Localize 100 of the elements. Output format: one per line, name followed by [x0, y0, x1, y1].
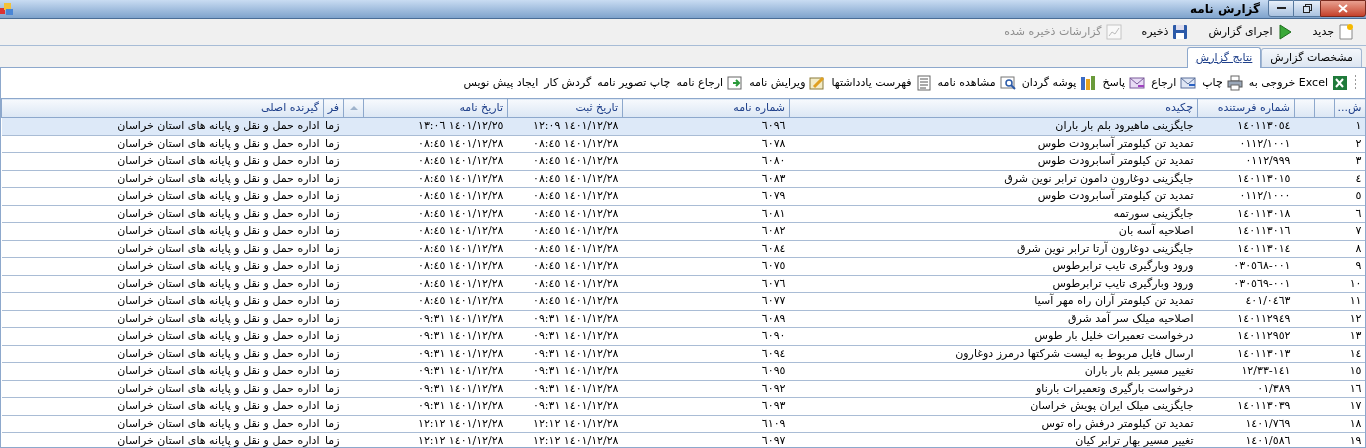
- table-cell: زما: [324, 434, 340, 447]
- table-cell: ورود وبارگیری تایب ترابرطوس: [1052, 259, 1194, 272]
- table-cell: ٦: [1355, 206, 1362, 220]
- app-icon: [0, 3, 14, 15]
- toolbar-button[interactable]: جدید: [1308, 23, 1358, 41]
- toolbar-button[interactable]: ایجاد پیش نویس: [463, 74, 539, 92]
- table-cell: ١٤٠١/١٢/٢٨ ٠٨:٤٥: [417, 259, 504, 272]
- table-cell: ٦٠٩٠: [761, 329, 786, 342]
- column-header[interactable]: فر: [327, 100, 339, 114]
- table-cell: ٦١٠٩: [761, 416, 786, 430]
- table-cell: ١٤٠١/١٢/٢٨ ٠٩:٣١: [417, 364, 504, 377]
- table-cell: زما: [324, 224, 340, 237]
- toolbar-button[interactable]: گردش کار: [544, 74, 592, 92]
- table-cell: ٠١/٣٨٩: [1257, 381, 1291, 395]
- table-cell: زما: [324, 381, 340, 395]
- column-header[interactable]: چکیده: [1165, 100, 1193, 114]
- table-cell: ١٤٠١/١٢/٢٨ ٠٨:٤٥: [417, 189, 504, 202]
- new-document-icon: [1338, 24, 1354, 40]
- pencil-icon: [809, 75, 826, 91]
- minimize-button[interactable]: [1268, 0, 1294, 17]
- tab[interactable]: نتایج گزارش: [1186, 47, 1262, 68]
- toolbar-button[interactable]: چاپ: [1202, 74, 1243, 92]
- table-cell: اداره حمل و نقل و پایانه های استان خراسان: [117, 381, 320, 395]
- toolbar-button[interactable]: پاسخ: [1102, 74, 1146, 92]
- table-cell: ١٢: [1349, 311, 1362, 325]
- restore-icon: [1302, 4, 1312, 13]
- tab[interactable]: مشخصات گزارش: [1261, 48, 1362, 67]
- table-cell: تمدید تن کیلومتر آسابرودت طوس: [1037, 136, 1194, 150]
- table-cell: ٠١١٢/١٠٠١: [1239, 136, 1291, 150]
- grip-handle[interactable]: [1354, 75, 1357, 91]
- column-header[interactable]: شماره نامه: [733, 100, 785, 114]
- table-cell: ١٤٠١١٣٠١٣: [1237, 346, 1291, 360]
- table-cell: ٠١١٢/٩٩٩: [1245, 154, 1291, 167]
- table-cell: ١٤٠١/١٢/٢٨ ٠٩:٣١: [532, 381, 619, 395]
- toolbar-button[interactable]: ذخیره: [1137, 23, 1193, 41]
- table-cell: زما: [324, 154, 340, 167]
- toolbar-button[interactable]: ویرایش نامه: [749, 74, 826, 92]
- toolbar-button[interactable]: چاپ تصویر نامه: [597, 74, 671, 92]
- table-cell: اداره حمل و نقل و پایانه های استان خراسان: [117, 136, 320, 150]
- close-button[interactable]: [1320, 0, 1366, 17]
- table-cell: ١٤٠١/١٢/٢٨ ٠٨:٤٥: [532, 224, 619, 237]
- list-icon: [915, 75, 932, 91]
- table-cell: ٠٣٠٥٦٨-٠٠١: [1233, 259, 1291, 272]
- table-cell: ٤: [1355, 171, 1362, 185]
- play-icon: [1276, 24, 1293, 40]
- toolbar-button[interactable]: مشاهده نامه: [937, 74, 1016, 92]
- toolbar-button[interactable]: خروجی به Excel: [1248, 74, 1348, 92]
- table-cell: زما: [324, 276, 340, 290]
- table-cell: ١٤٠١١٣٠١٨: [1237, 206, 1291, 220]
- table-cell: ٦٠٧٩: [761, 189, 786, 202]
- restore-button[interactable]: [1294, 0, 1320, 17]
- table-cell: زما: [324, 171, 340, 185]
- toolbar-button[interactable]: اجرای گزارش: [1204, 23, 1297, 41]
- table-cell: ٤٠١/٠٤٦٣: [1245, 294, 1291, 307]
- toolbar-button[interactable]: پوشه گردان: [1021, 74, 1097, 92]
- table-cell: ١٤٠١/١٢/٢٨ ٠٩:٣١: [532, 399, 619, 412]
- table-cell: تغییر مسیر بلم بار باران: [1084, 364, 1194, 377]
- table-cell: اداره حمل و نقل و پایانه های استان خراسان: [117, 206, 320, 220]
- save-icon: [1172, 24, 1189, 40]
- envelope-icon: [1180, 75, 1197, 91]
- table-cell: ١٤٠١/١٢/٢٥ ١٣:٠٦: [417, 119, 504, 132]
- column-header[interactable]: تاریخ ثبت: [575, 100, 618, 114]
- table-cell: اداره حمل و نقل و پایانه های استان خراسان: [117, 241, 320, 255]
- table-cell: ١٤٠١١٣٠١٦: [1237, 224, 1291, 237]
- toolbar-button[interactable]: فهرست یادداشتها: [831, 74, 932, 92]
- table-cell: ١٤٠١/١٢/٢٨ ٠٨:٤٥: [532, 241, 619, 255]
- table-cell: زما: [324, 206, 340, 220]
- table-cell: تمدید تن کیلومتر آسابرودت طوس: [1037, 154, 1194, 167]
- column-header[interactable]: ش...: [1337, 100, 1362, 114]
- toolbar-button[interactable]: ارجاع نامه: [676, 74, 744, 92]
- table-cell: زما: [324, 136, 340, 150]
- column-header[interactable]: گیرنده اصلی: [261, 100, 319, 114]
- table-cell: زما: [324, 416, 340, 430]
- table-cell: زما: [324, 294, 340, 307]
- column-header[interactable]: شماره فرستنده: [1217, 100, 1290, 114]
- table-cell: اداره حمل و نقل و پایانه های استان خراسان: [117, 346, 320, 360]
- table-cell: ١٤٠١/١٢/٢٨ ١٢:١٢: [532, 434, 619, 447]
- table-cell: ١٤٠١/١٢/٢٨ ٠٨:٤٥: [532, 276, 619, 290]
- table-cell: تمدید تن کیلومتر آسابرودت طوس: [1037, 189, 1194, 202]
- table-cell: اداره حمل و نقل و پایانه های استان خراسان: [117, 119, 320, 132]
- table-cell: اداره حمل و نقل و پایانه های استان خراسان: [117, 171, 320, 185]
- table-cell: جایگزینی سورتمه: [1113, 206, 1194, 220]
- table-cell: اداره حمل و نقل و پایانه های استان خراسان: [117, 329, 320, 342]
- table-cell: ١٤٠١/١٢/٢٨ ٠٨:٤٥: [417, 136, 504, 150]
- table-cell: ١٦: [1349, 381, 1362, 395]
- close-icon: [1338, 4, 1348, 13]
- table-cell: ١٤٠١/١٢/٢٨ ٠٨:٤٥: [417, 206, 504, 220]
- toolbar-button[interactable]: ارجاع: [1151, 74, 1197, 92]
- table-cell: ١٤٠١/١٢/٢٨ ٠٨:٤٥: [532, 136, 619, 150]
- table-cell: ١١: [1349, 294, 1362, 307]
- column-header[interactable]: تاریخ نامه: [459, 100, 503, 114]
- table-cell: ٦٠٩٢: [761, 381, 786, 395]
- table-cell: ٦٠٧٨: [761, 136, 786, 150]
- forward-icon: [727, 75, 744, 91]
- table-cell: درخواست تعمیرات خلیل بار طوس: [1034, 329, 1194, 342]
- table-cell: ٦٠٩٣: [761, 399, 786, 412]
- table-cell: ١٢/٣٣-١٤١: [1241, 364, 1291, 377]
- magnifier-icon: [999, 75, 1016, 91]
- table-cell: اصلاحیه میلک سر آمد شرق: [1068, 311, 1194, 325]
- table-cell: زما: [324, 189, 340, 202]
